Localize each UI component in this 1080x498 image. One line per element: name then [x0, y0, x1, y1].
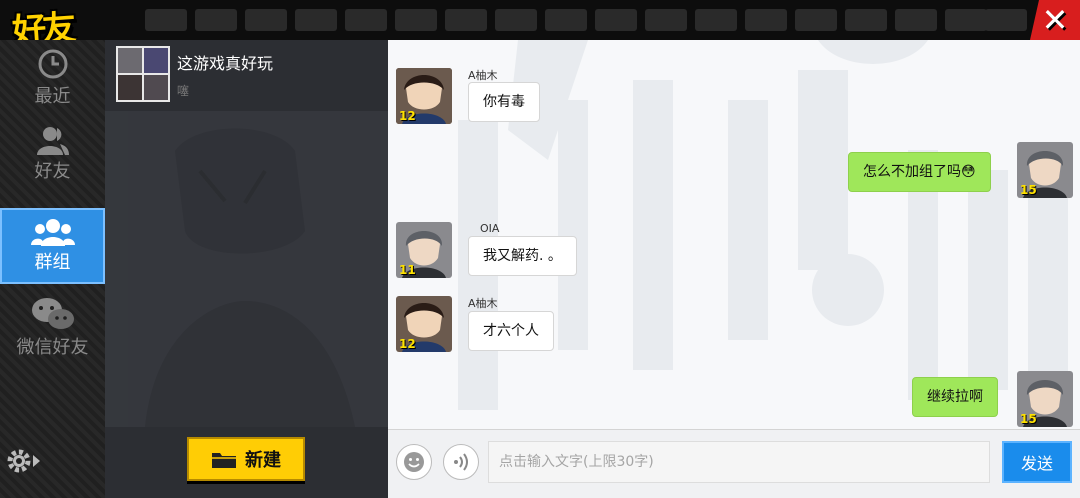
message-bubble: 你有毒: [468, 82, 540, 122]
group-avatar: [116, 46, 170, 102]
sidebar-item-label: 群组: [34, 252, 71, 273]
film-hole: [595, 9, 637, 31]
top-bar: [0, 0, 1080, 40]
sidebar-item-wechat[interactable]: 微信好友: [0, 290, 105, 366]
sender-name: A柚木: [468, 297, 498, 310]
sidebar-item-friends[interactable]: 好友: [0, 116, 105, 192]
message-bubble: 怎么不加组了吗😳: [848, 152, 991, 192]
member-avatar: [118, 75, 142, 100]
send-button[interactable]: 发送: [1002, 441, 1072, 483]
settings-button[interactable]: [4, 446, 42, 476]
sidebar-item-label: 好友: [34, 161, 71, 182]
film-hole: [295, 9, 337, 31]
smiley-icon: [404, 452, 424, 472]
film-hole: [845, 9, 887, 31]
sender-name: OIA: [480, 222, 500, 235]
level-badge: 15: [1020, 412, 1037, 426]
level-badge: 12: [399, 337, 416, 351]
film-hole: [195, 9, 237, 31]
group-last-message: 噻: [177, 84, 190, 98]
message-bubble: 才六个人: [468, 311, 554, 351]
folder-icon: [212, 453, 236, 468]
film-hole: [495, 9, 537, 31]
new-group-label: 新建: [245, 450, 281, 471]
film-hole: [895, 9, 937, 31]
sender-name: A柚木: [468, 69, 498, 82]
member-avatar: [144, 75, 168, 100]
close-icon: ✕: [1041, 1, 1069, 39]
group-name: 这游戏真好玩: [177, 54, 274, 73]
sidebar-item-label: 最近: [34, 86, 71, 107]
film-hole: [245, 9, 287, 31]
voice-button[interactable]: [443, 444, 479, 480]
group-list-item[interactable]: 这游戏真好玩 噻: [105, 40, 388, 111]
film-hole: [395, 9, 437, 31]
film-hole: [695, 9, 737, 31]
film-hole: [145, 9, 187, 31]
voice-icon: [454, 453, 468, 471]
film-hole: [345, 9, 387, 31]
group-list-panel: 这游戏真好玩 噻 新建: [105, 40, 388, 498]
emoji-button[interactable]: [396, 444, 432, 480]
message-input-bar: 发送: [388, 429, 1080, 498]
film-hole: [445, 9, 487, 31]
sender-avatar[interactable]: 12: [396, 296, 452, 352]
message-bubble: 我又解药. 。: [468, 236, 577, 276]
group-icon: [30, 219, 75, 246]
my-avatar[interactable]: 15: [1017, 371, 1073, 427]
message-input[interactable]: [488, 441, 990, 483]
level-badge: 15: [1020, 183, 1037, 197]
film-hole: [795, 9, 837, 31]
sidebar-item-groups[interactable]: 群组: [0, 208, 105, 284]
wechat-icon: [31, 298, 74, 329]
member-avatar: [118, 48, 142, 73]
film-hole: [545, 9, 587, 31]
film-hole: [985, 9, 1027, 31]
sender-avatar[interactable]: 11: [396, 222, 452, 278]
chat-area[interactable]: 12 A柚木 你有毒 15 怎么不加组了吗😳 11 OIA 我又解药. 。 12…: [388, 40, 1080, 429]
sender-avatar[interactable]: 12: [396, 68, 452, 124]
sidebar-item-recent[interactable]: 最近: [0, 40, 105, 116]
level-badge: 12: [399, 109, 416, 123]
message-bubble: 继续拉啊: [912, 377, 998, 417]
film-hole: [945, 9, 987, 31]
clock-icon: [38, 49, 67, 79]
new-group-button[interactable]: 新建: [187, 437, 305, 481]
film-hole: [645, 9, 687, 31]
my-avatar[interactable]: 15: [1017, 142, 1073, 198]
person-icon: [36, 127, 69, 155]
member-avatar: [144, 48, 168, 73]
gear-icon: [7, 449, 40, 473]
level-badge: 11: [399, 263, 416, 277]
sidebar-item-label: 微信好友: [16, 337, 89, 358]
film-hole: [745, 9, 787, 31]
sidebar: 最近 好友 群组 微信好友: [0, 40, 105, 498]
background-art: [105, 111, 388, 427]
